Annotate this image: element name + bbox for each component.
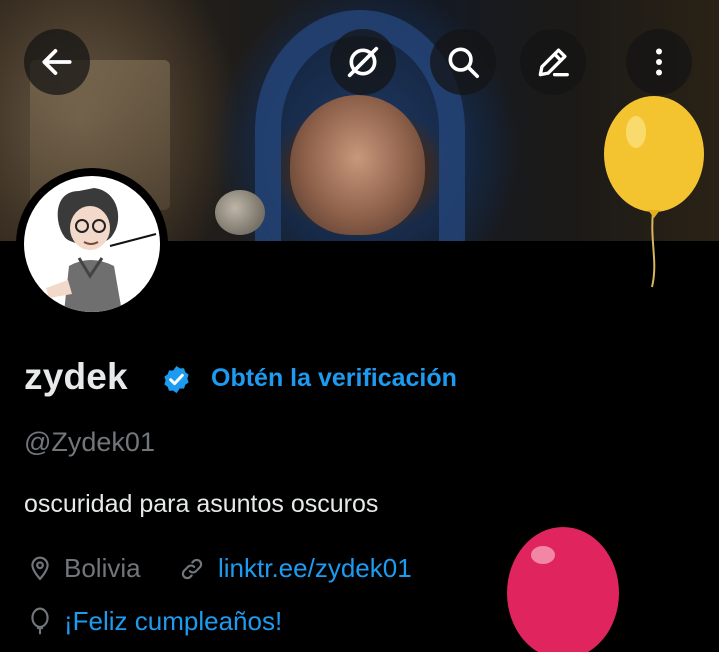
banner-face [290,95,425,235]
birthday-text[interactable]: ¡Feliz cumpleaños! [64,606,282,637]
search-button[interactable] [430,29,496,95]
profile-handle: @Zydek01 [24,427,155,457]
link-icon [181,558,203,580]
back-button[interactable] [24,29,90,95]
location-icon [31,556,49,581]
profile-bio: oscuridad para asuntos oscuros [24,490,379,518]
more-button[interactable] [626,29,692,95]
more-vertical-icon [656,48,662,76]
balloon-icon [31,607,49,635]
avatar-image [24,176,160,312]
get-verified-link[interactable]: Obtén la verificación [211,364,457,393]
edit-button[interactable] [520,29,586,95]
search-icon [448,47,480,79]
edit-icon [538,48,569,77]
verified-badge-icon[interactable] [161,364,192,395]
no-signal-button[interactable] [330,29,396,95]
profile-website-link[interactable]: linktr.ee/zydek01 [218,553,412,584]
yellow-balloon-icon [604,96,704,288]
banner-skull [215,190,265,235]
display-name: zydek [24,356,128,397]
profile-location: Bolivia [64,553,141,583]
no-signal-icon [347,46,379,78]
arrow-left-icon [42,49,72,75]
profile-avatar[interactable] [16,168,168,320]
red-balloon-icon [507,527,619,652]
